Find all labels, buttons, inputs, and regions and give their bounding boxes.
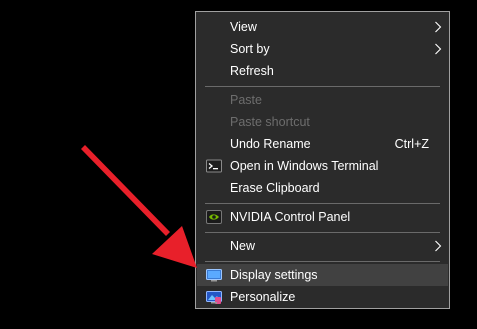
menu-item-nvidia-control-panel[interactable]: NVIDIA Control Panel	[197, 206, 448, 228]
menu-item-display-settings[interactable]: Display settings	[197, 264, 448, 286]
menu-item-label: Open in Windows Terminal	[230, 159, 379, 173]
menu-item-label: Erase Clipboard	[230, 181, 320, 195]
menu-item-label: NVIDIA Control Panel	[230, 210, 351, 224]
menu-item-paste-shortcut: Paste shortcut	[197, 111, 448, 133]
desktop-context-menu: View Sort by Refresh Paste Paste shortcu…	[195, 11, 450, 309]
menu-item-label: View	[230, 20, 257, 34]
menu-item-label: Display settings	[230, 268, 318, 282]
menu-item-label: Paste shortcut	[230, 115, 310, 129]
menu-item-label: Sort by	[230, 42, 270, 56]
menu-separator	[205, 203, 440, 204]
personalize-icon	[206, 291, 222, 304]
menu-item-refresh[interactable]: Refresh	[197, 60, 448, 82]
menu-item-label: Paste	[230, 93, 262, 107]
menu-item-paste: Paste	[197, 89, 448, 111]
menu-separator	[205, 261, 440, 262]
menu-item-sort-by[interactable]: Sort by	[197, 38, 448, 60]
menu-separator	[205, 86, 440, 87]
menu-separator	[205, 232, 440, 233]
display-icon	[206, 269, 222, 282]
menu-item-erase-clipboard[interactable]: Erase Clipboard	[197, 177, 448, 199]
menu-item-label: Personalize	[230, 290, 296, 304]
menu-item-personalize[interactable]: Personalize	[197, 286, 448, 308]
menu-item-view[interactable]: View	[197, 16, 448, 38]
chevron-right-icon	[435, 240, 442, 252]
nvidia-icon	[206, 210, 222, 224]
menu-item-label: Undo Rename	[230, 137, 311, 151]
menu-item-undo-rename[interactable]: Undo Rename Ctrl+Z	[197, 133, 448, 155]
chevron-right-icon	[435, 43, 442, 55]
menu-item-label: Refresh	[230, 64, 274, 78]
keyboard-shortcut: Ctrl+Z	[394, 137, 429, 151]
menu-item-label: New	[230, 239, 256, 253]
menu-item-open-in-windows-terminal[interactable]: Open in Windows Terminal	[197, 155, 448, 177]
menu-item-new[interactable]: New	[197, 235, 448, 257]
chevron-right-icon	[435, 21, 442, 33]
terminal-icon	[206, 159, 222, 173]
